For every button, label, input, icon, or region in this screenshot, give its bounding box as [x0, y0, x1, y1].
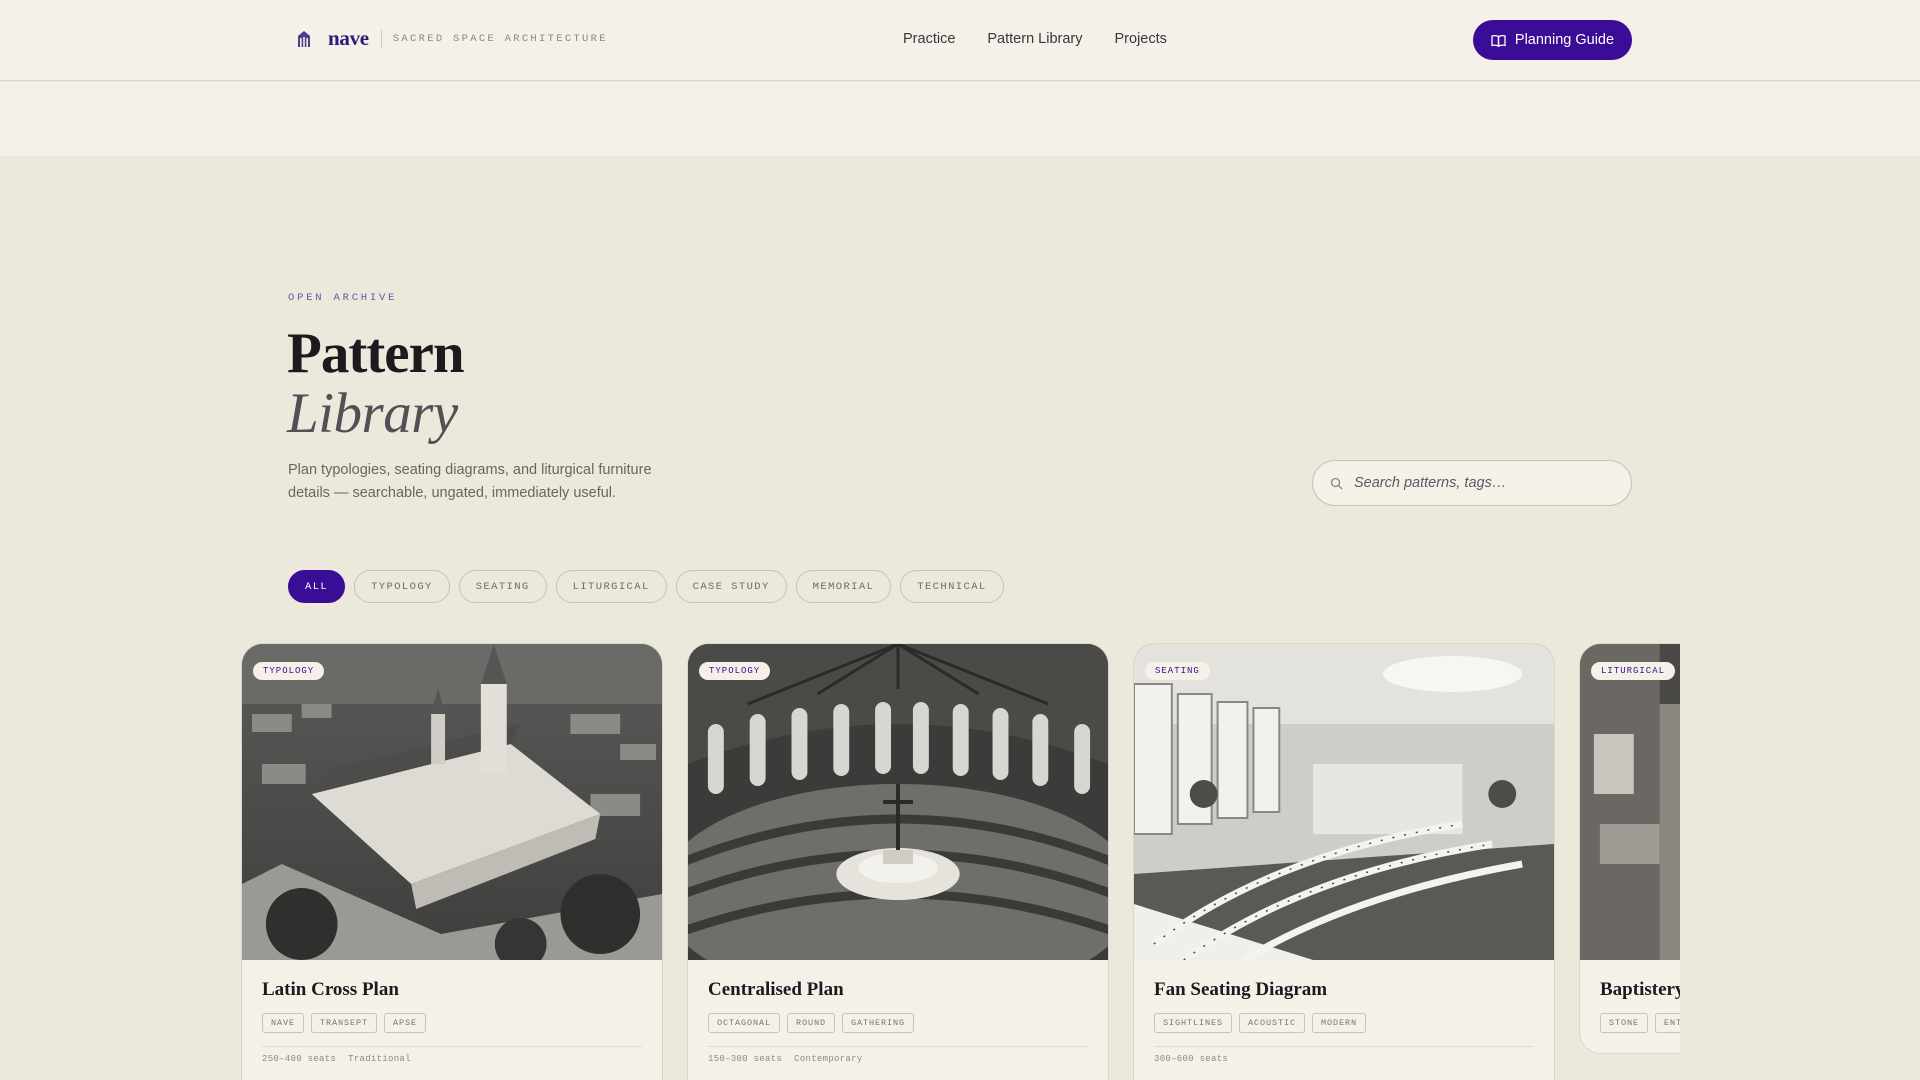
- card-style: Contemporary: [794, 1054, 863, 1064]
- filter-liturgical[interactable]: LITURGICAL: [555, 570, 667, 603]
- card-title: Fan Seating Diagram: [1154, 979, 1328, 1000]
- card-title: Centralised Plan: [708, 979, 844, 1000]
- pattern-card[interactable]: LITURGICAL Baptistery STONE ENT: [1579, 643, 1680, 1054]
- card-tag[interactable]: MODERN: [1312, 1013, 1367, 1033]
- card-meta: 300–600 seats: [1154, 1054, 1228, 1064]
- card-divider: [262, 1046, 642, 1047]
- header-band: [0, 82, 1920, 156]
- planning-guide-button[interactable]: Planning Guide: [1473, 20, 1632, 60]
- card-tag[interactable]: GATHERING: [842, 1013, 915, 1033]
- card-image: SEATING: [1134, 644, 1554, 960]
- card-meta: 150–300 seats Contemporary: [708, 1054, 863, 1064]
- card-capacity: 150–300 seats: [708, 1054, 783, 1064]
- pattern-card[interactable]: TYPOLOGY Latin Cross Plan NAVE TRANSEPT …: [241, 643, 663, 1080]
- card-image: TYPOLOGY: [688, 644, 1108, 960]
- hero-subtitle: Plan typologies, seating diagrams, and l…: [288, 462, 652, 501]
- filter-typology[interactable]: TYPOLOGY: [354, 570, 450, 603]
- card-badge: LITURGICAL: [1591, 662, 1676, 680]
- card-title: Baptistery: [1600, 979, 1680, 1000]
- card-tag[interactable]: APSE: [384, 1013, 427, 1033]
- nav-practice[interactable]: Practice: [903, 31, 955, 47]
- card-image: TYPOLOGY: [242, 644, 662, 960]
- brand-tagline: SACRED SPACE ARCHITECTURE: [392, 32, 608, 45]
- search-icon: [1330, 477, 1343, 490]
- main-nav: Practice Pattern Library Projects: [903, 31, 1167, 47]
- brand[interactable]: nave SACRED SPACE ARCHITECTURE: [294, 26, 608, 51]
- card-capacity: 300–600 seats: [1154, 1054, 1229, 1064]
- card-tag[interactable]: SIGHTLINES: [1154, 1013, 1233, 1033]
- card-title: Latin Cross Plan: [262, 979, 399, 1000]
- card-meta: 250–400 seats Traditional: [262, 1054, 411, 1064]
- filter-technical[interactable]: TECHNICAL: [900, 570, 1004, 603]
- card-tag[interactable]: NAVE: [262, 1013, 305, 1033]
- search-box[interactable]: [1312, 460, 1632, 506]
- card-tag[interactable]: ROUND: [787, 1013, 836, 1033]
- page-title: Pattern: [287, 322, 465, 385]
- filter-memorial[interactable]: MEMORIAL: [795, 570, 892, 603]
- card-divider: [708, 1046, 1088, 1047]
- card-divider: [1154, 1046, 1534, 1047]
- site-header: nave SACRED SPACE ARCHITECTURE Practice …: [0, 0, 1920, 81]
- card-style: Traditional: [348, 1054, 411, 1064]
- card-badge: TYPOLOGY: [699, 662, 771, 680]
- card-capacity: 250–400 seats: [262, 1054, 337, 1064]
- card-badge: SEATING: [1145, 662, 1210, 680]
- card-tag[interactable]: TRANSEPT: [311, 1013, 378, 1033]
- filter-seating[interactable]: SEATING: [458, 570, 547, 603]
- card-tag[interactable]: OCTAGONAL: [708, 1013, 781, 1033]
- nav-pattern-library[interactable]: Pattern Library: [987, 31, 1082, 47]
- filter-chips: ALL TYPOLOGY SEATING LITURGICAL CASE STU…: [288, 570, 1004, 603]
- card-tags: NAVE TRANSEPT APSE: [262, 1013, 427, 1033]
- pattern-card[interactable]: TYPOLOGY Centralised Plan OCTAGONAL ROUN…: [687, 643, 1109, 1080]
- planning-guide-label: Planning Guide: [1514, 32, 1615, 48]
- card-tag[interactable]: STONE: [1600, 1013, 1649, 1033]
- card-tags: SIGHTLINES ACOUSTIC MODERN: [1154, 1013, 1367, 1033]
- pattern-card[interactable]: SEATING Fan Seating Diagram SIGHTLINES A…: [1133, 643, 1555, 1080]
- hero-eyebrow: OPEN ARCHIVE: [288, 292, 398, 304]
- card-badge: TYPOLOGY: [253, 662, 325, 680]
- brand-divider: [380, 29, 382, 48]
- filter-case-study[interactable]: CASE STUDY: [675, 570, 787, 603]
- page-title-italic: Library: [287, 382, 458, 445]
- nav-projects[interactable]: Projects: [1115, 31, 1167, 47]
- search-input[interactable]: [1354, 475, 1614, 491]
- pattern-card-list: TYPOLOGY Latin Cross Plan NAVE TRANSEPT …: [240, 643, 1680, 1080]
- church-icon: [294, 29, 314, 49]
- card-tag[interactable]: ENT: [1655, 1013, 1680, 1033]
- filter-all[interactable]: ALL: [288, 570, 346, 603]
- card-tags: STONE ENT: [1600, 1013, 1680, 1033]
- card-tags: OCTAGONAL ROUND GATHERING: [708, 1013, 915, 1033]
- book-open-icon: [1491, 34, 1506, 47]
- brand-name: nave: [328, 26, 369, 50]
- card-tag[interactable]: ACOUSTIC: [1239, 1013, 1306, 1033]
- card-image: LITURGICAL: [1580, 644, 1680, 960]
